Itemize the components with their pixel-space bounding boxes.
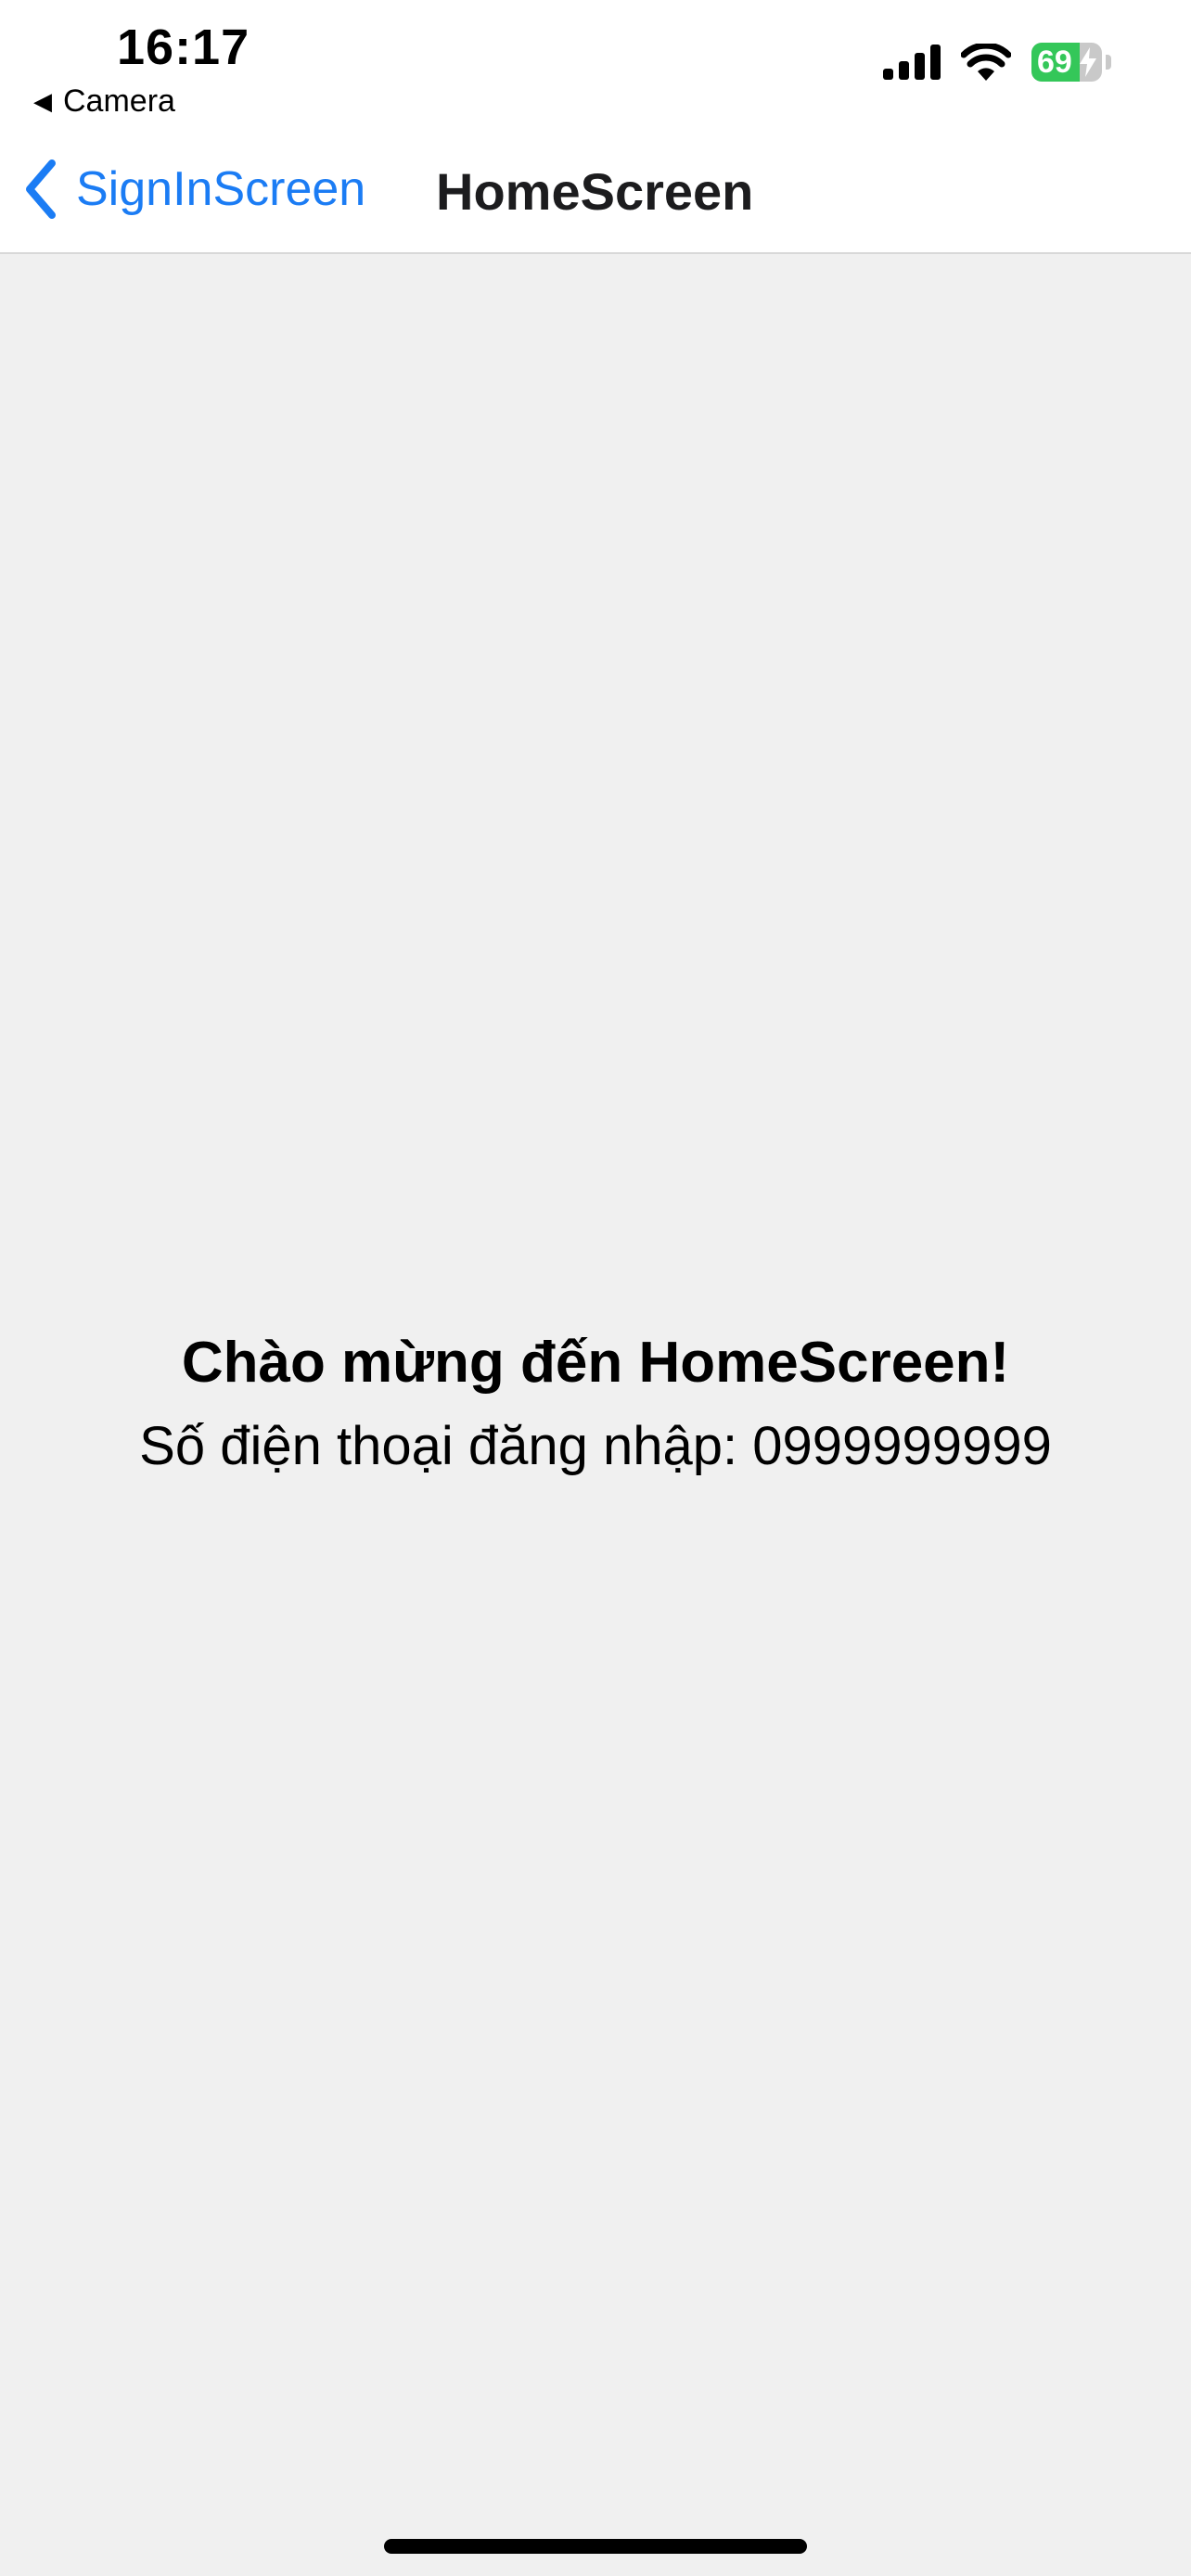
back-button-label: SignInScreen bbox=[76, 162, 366, 216]
battery-icon: 69 bbox=[1031, 43, 1102, 82]
status-time: 16:17 bbox=[117, 19, 250, 75]
page-title: HomeScreen bbox=[436, 162, 754, 221]
welcome-heading: Chào mừng đến HomeScreen! bbox=[181, 1331, 1010, 1395]
back-app-label: Camera bbox=[63, 83, 175, 119]
chevron-left-icon bbox=[26, 159, 56, 219]
home-indicator[interactable] bbox=[384, 2539, 807, 2554]
battery-percent: 69 bbox=[1037, 45, 1072, 80]
cellular-signal-icon bbox=[883, 45, 941, 80]
back-button[interactable]: SignInScreen bbox=[22, 159, 365, 219]
phone-number-text: Số điện thoại đăng nhập: 0999999999 bbox=[139, 1416, 1052, 1476]
back-to-camera-link[interactable]: ◀ Camera bbox=[33, 83, 175, 120]
battery-nub bbox=[1106, 55, 1111, 70]
status-icons: 69 bbox=[883, 43, 1111, 82]
back-triangle-icon: ◀ bbox=[33, 87, 52, 115]
charging-bolt-icon bbox=[1080, 47, 1096, 77]
wifi-icon bbox=[961, 44, 1011, 81]
main-content: Chào mừng đến HomeScreen! Số điện thoại … bbox=[0, 254, 1191, 2576]
status-bar: 16:17 ◀ Camera 69 bbox=[0, 0, 1191, 130]
navigation-bar: SignInScreen HomeScreen bbox=[0, 130, 1191, 254]
